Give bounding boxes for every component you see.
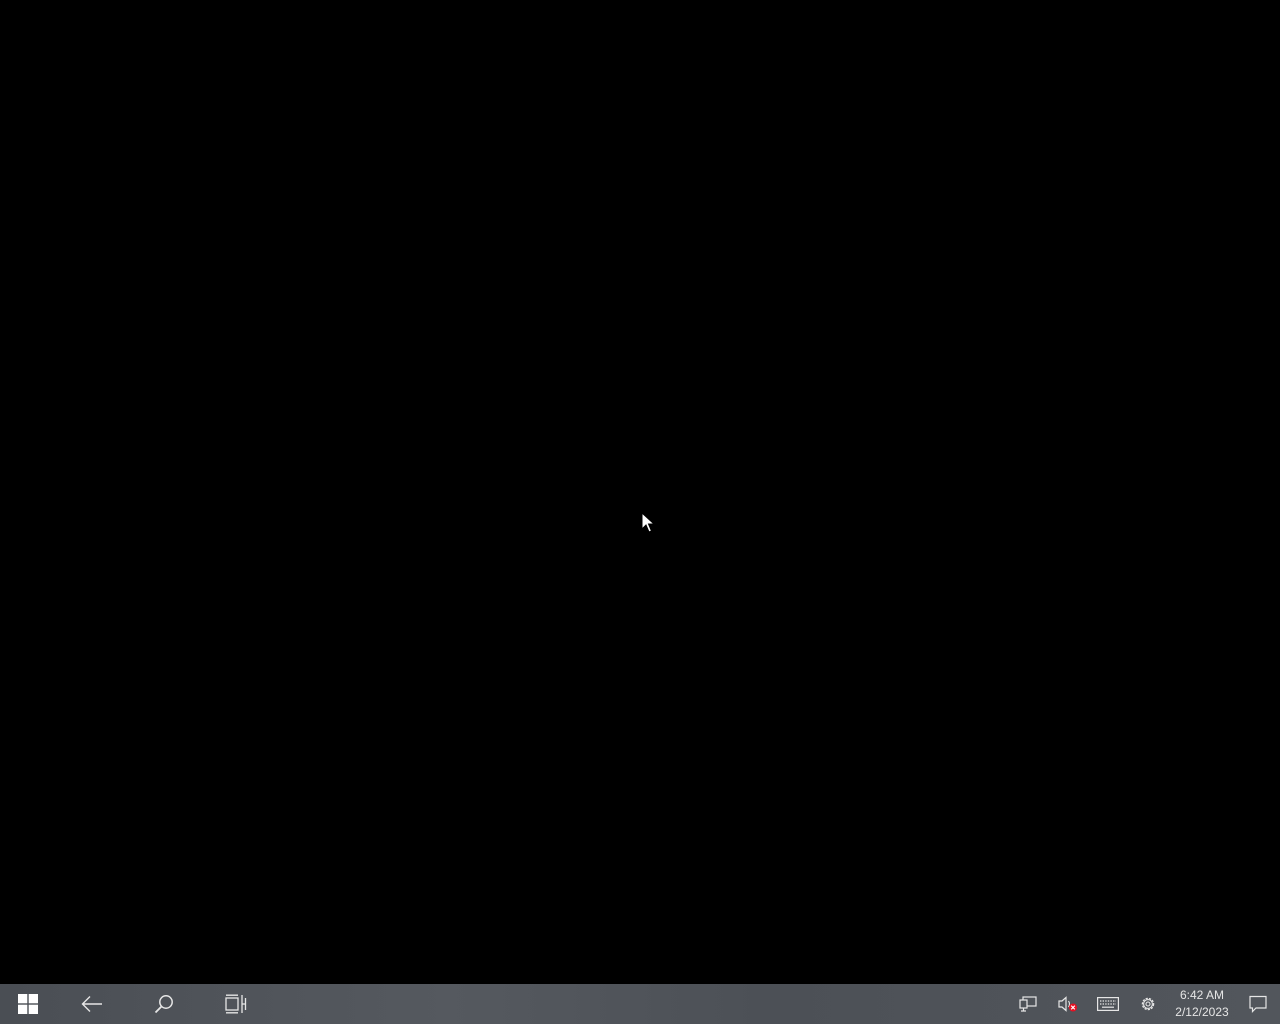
- task-view-icon: [225, 994, 247, 1014]
- gear-icon: [1141, 997, 1155, 1011]
- network-icon: [1019, 996, 1037, 1012]
- action-center-icon: [1249, 995, 1267, 1013]
- touch-keyboard-icon: [1097, 997, 1119, 1011]
- search-button[interactable]: [128, 984, 200, 1024]
- network-button[interactable]: [1008, 984, 1048, 1024]
- back-arrow-icon: [81, 996, 102, 1012]
- clock-date: 2/12/2023: [1175, 1005, 1229, 1019]
- volume-button[interactable]: [1048, 984, 1088, 1024]
- taskbar: 6:42 AM 2/12/2023: [0, 984, 1280, 1024]
- settings-button[interactable]: [1128, 984, 1168, 1024]
- task-view-button[interactable]: [200, 984, 272, 1024]
- touch-keyboard-button[interactable]: [1088, 984, 1128, 1024]
- search-icon: [154, 995, 173, 1014]
- action-center-button[interactable]: [1236, 984, 1280, 1024]
- system-tray: 6:42 AM 2/12/2023: [1008, 984, 1280, 1024]
- clock[interactable]: 6:42 AM 2/12/2023: [1168, 984, 1236, 1024]
- mouse-cursor-icon: [641, 512, 655, 533]
- start-button[interactable]: [0, 984, 56, 1024]
- clock-time: 6:42 AM: [1179, 988, 1225, 1002]
- desktop-background[interactable]: [0, 0, 1280, 984]
- back-button[interactable]: [56, 984, 128, 1024]
- windows-logo-icon: [18, 994, 38, 1014]
- volume-muted-icon: [1058, 996, 1077, 1012]
